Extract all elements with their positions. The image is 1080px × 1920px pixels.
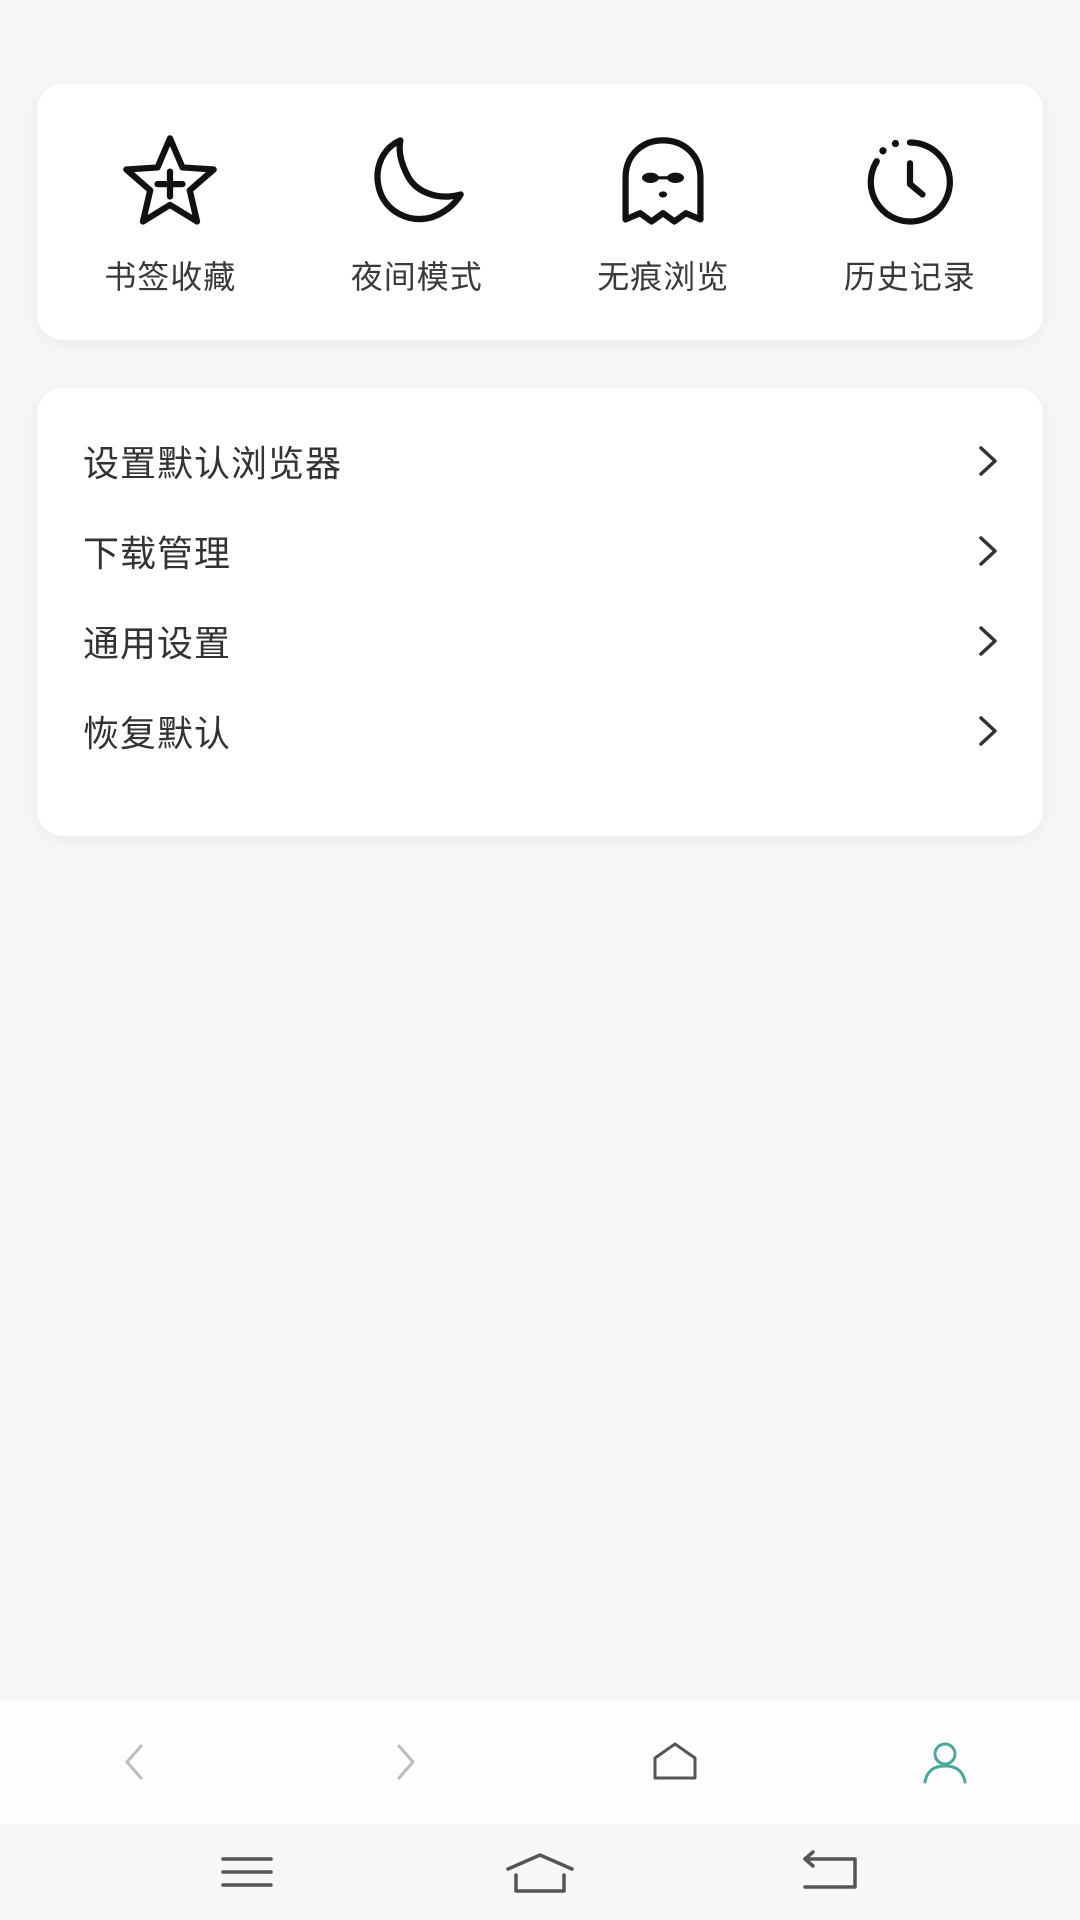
home-button[interactable] (615, 1707, 735, 1817)
back-icon (125, 1744, 143, 1780)
clock-icon (854, 126, 966, 238)
bookmarks-label: 书签收藏 (104, 258, 237, 296)
system-menu-button[interactable] (187, 1827, 307, 1917)
incognito-label: 无痕浏览 (597, 258, 730, 296)
chevron-right-icon (973, 442, 1003, 480)
forward-button[interactable] (345, 1707, 465, 1817)
night-mode-label: 夜间模式 (350, 258, 483, 296)
system-home-button[interactable] (480, 1827, 600, 1917)
browser-menu-screen: 书签收藏 夜间模式 无痕浏览 历史记录 设置默认浏览器 下载管理 通用设置 恢复… (0, 0, 1080, 1920)
back-button[interactable] (75, 1707, 195, 1817)
moon-icon (361, 126, 473, 238)
back-icon (803, 1850, 858, 1889)
history-button[interactable]: 历史记录 (800, 112, 1020, 312)
night-mode-button[interactable]: 夜间模式 (307, 112, 527, 312)
star-plus-icon (114, 126, 226, 238)
menu-item-default-browser[interactable]: 设置默认浏览器 (37, 416, 1043, 506)
home-icon (506, 1853, 574, 1893)
menu-item-label: 通用设置 (83, 624, 232, 665)
browser-toolbar (0, 1700, 1080, 1824)
ghost-icon (607, 126, 719, 238)
system-nav-bar (0, 1824, 1080, 1920)
quick-actions-card: 书签收藏 夜间模式 无痕浏览 历史记录 (37, 84, 1043, 340)
incognito-button[interactable]: 无痕浏览 (553, 112, 773, 312)
menu-item-general-settings[interactable]: 通用设置 (37, 596, 1043, 686)
system-back-button[interactable] (773, 1827, 893, 1917)
profile-icon (923, 1742, 967, 1784)
chevron-right-icon (973, 622, 1003, 660)
menu-icon (220, 1857, 273, 1887)
menu-item-label: 下载管理 (83, 534, 232, 575)
settings-menu-card: 设置默认浏览器 下载管理 通用设置 恢复默认 (37, 388, 1043, 836)
profile-button[interactable] (885, 1707, 1005, 1817)
menu-item-label: 设置默认浏览器 (83, 444, 343, 485)
bookmarks-button[interactable]: 书签收藏 (60, 112, 280, 312)
chevron-right-icon (973, 712, 1003, 750)
menu-item-restore-defaults[interactable]: 恢复默认 (37, 686, 1043, 776)
menu-item-download-manager[interactable]: 下载管理 (37, 506, 1043, 596)
history-label: 历史记录 (843, 258, 976, 296)
chevron-right-icon (973, 532, 1003, 570)
home-icon (653, 1742, 697, 1780)
menu-item-label: 恢复默认 (83, 714, 232, 755)
forward-icon (397, 1744, 415, 1780)
